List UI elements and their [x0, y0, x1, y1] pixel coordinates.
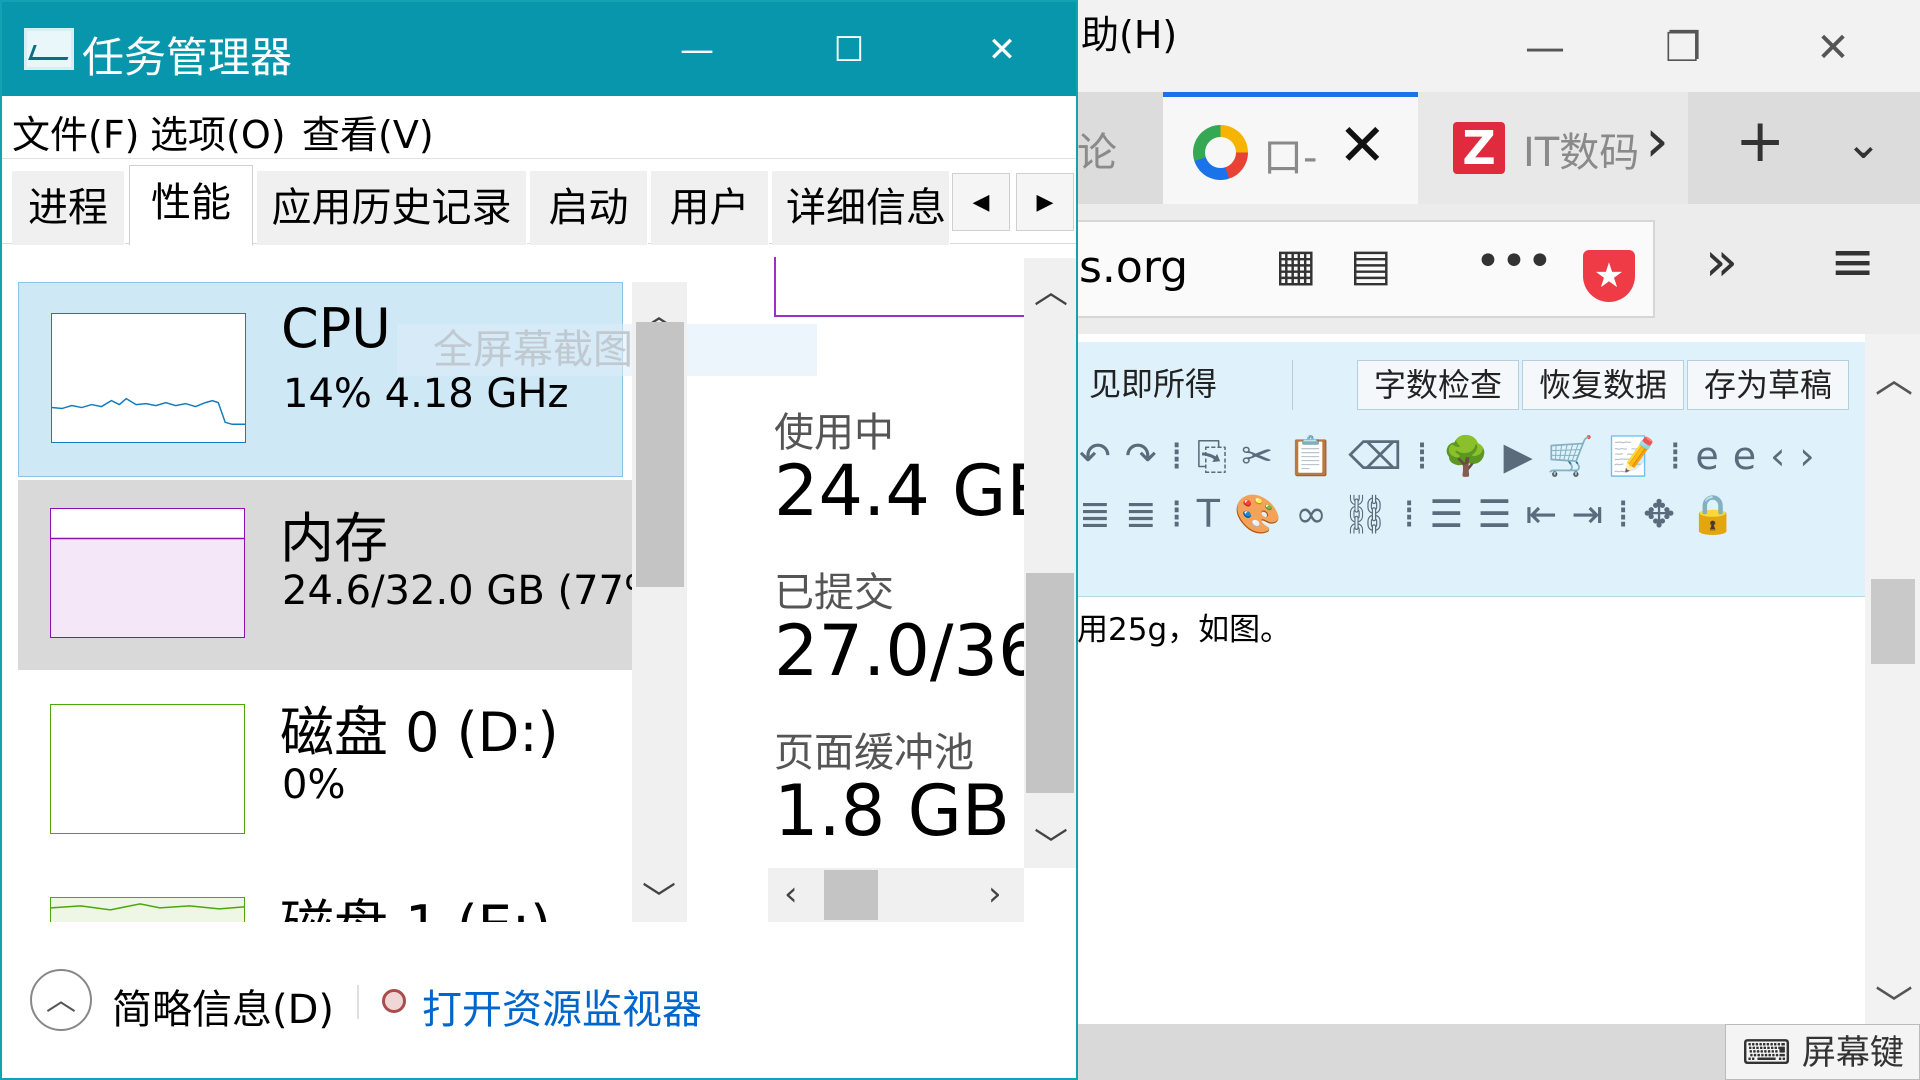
- tab-bar: 进程 性能 应用历史记录 启动 用户 详细信息 ◀ ▶: [2, 158, 1076, 246]
- overflow-menu-icon[interactable]: »: [1705, 230, 1738, 293]
- memory-composition-graph: [774, 257, 1024, 317]
- scroll-tabs-right-icon[interactable]: ›: [1645, 106, 1669, 176]
- in-use-value: 24.4 GB: [774, 450, 1055, 532]
- scroll-left-icon[interactable]: ‹: [784, 874, 798, 914]
- scroll-down-icon[interactable]: ﹀: [1875, 974, 1913, 1029]
- tab-processes[interactable]: 进程: [12, 171, 125, 245]
- menu-file[interactable]: 文件(F): [12, 104, 140, 159]
- open-resource-monitor-link[interactable]: 打开资源监视器: [422, 977, 702, 1035]
- reader-view-icon[interactable]: ▤: [1350, 240, 1392, 291]
- editor-toolbar: 见即所得 字数检查 恢复数据 存为草稿 ↶↷⁞⎘✂📋⌫⁞🌳▶🛒📝⁞ee‹› ≣≣…: [1073, 342, 1865, 597]
- browser-tabstrip: 论 口- ✕ Z IT数码 › + ⌄: [1075, 92, 1920, 204]
- tab-scroll-right-icon[interactable]: ▶: [1016, 173, 1074, 231]
- tab-list-icon[interactable]: ⌄: [1845, 118, 1882, 169]
- menu-options[interactable]: 选项(O): [150, 104, 286, 159]
- close-tab-icon[interactable]: ✕: [1338, 111, 1387, 179]
- details-vertical-scrollbar[interactable]: ︿ ﹀: [1024, 258, 1076, 868]
- editor-area: 见即所得 字数检查 恢复数据 存为草稿 ↶↷⁞⎘✂📋⌫⁞🌳▶🛒📝⁞ee‹› ≣≣…: [1073, 334, 1920, 1080]
- word-count-button[interactable]: 字数检查: [1357, 360, 1520, 410]
- scroll-down-icon[interactable]: ﹀: [642, 872, 676, 921]
- memory-graph: [50, 508, 245, 638]
- editor-content[interactable]: 用25g，如图。: [1077, 604, 1291, 649]
- menu-view[interactable]: 查看(V): [302, 104, 434, 159]
- wysiwyg-button[interactable]: 见即所得: [1073, 360, 1293, 410]
- browser-navbar: s.org ▦ ▤ ••• ★ » ≡: [1075, 204, 1920, 334]
- tab-scroll-left-icon[interactable]: ◀: [952, 173, 1010, 231]
- scroll-thumb[interactable]: [824, 870, 878, 920]
- close-icon[interactable]: ✕: [967, 20, 1037, 80]
- scroll-down-icon[interactable]: ﹀: [1034, 818, 1068, 867]
- browser-window: 助(H) — ❐ ✕ 论 口- ✕ Z IT数码 › + ⌄ s.org ▦ ▤…: [1073, 0, 1920, 1080]
- site-favicon-icon: [1193, 125, 1248, 180]
- pocket-icon[interactable]: ★: [1583, 250, 1635, 302]
- footer: ︿ 简略信息(D) 打开资源监视器: [2, 957, 1076, 1052]
- tab-startup[interactable]: 启动: [530, 171, 648, 245]
- perf-item-disk-1[interactable]: 磁盘 1 (E:): [18, 867, 633, 922]
- browser-tab-active[interactable]: 口- ✕: [1163, 92, 1418, 204]
- resource-name: 磁盘 1 (E:): [280, 881, 551, 922]
- perf-item-cpu[interactable]: CPU 14% 4.18 GHz: [18, 282, 623, 477]
- format-icons-row-2[interactable]: ≣≣⁞T🎨∞⛓⁞☰☰⇤⇥⁞✥🔒: [1079, 492, 1750, 537]
- browser-titlebar: 助(H) — ❐ ✕: [1075, 0, 1920, 95]
- committed-value: 27.0/36.: [774, 610, 1024, 692]
- task-manager-titlebar[interactable]: 任务管理器 — ☐ ✕: [2, 2, 1076, 96]
- task-manager-icon: [24, 28, 74, 70]
- tab-performance[interactable]: 性能: [129, 165, 253, 246]
- menu-bar: 文件(F) 选项(O) 查看(V): [2, 96, 1076, 159]
- footer-separator: [357, 985, 359, 1019]
- resource-list-scrollbar[interactable]: ︿ ﹀: [632, 282, 687, 922]
- resource-name: CPU: [281, 297, 391, 360]
- url-bar[interactable]: s.org ▦ ▤ ••• ★: [1075, 220, 1655, 318]
- screenshot-hint: 全屏幕截图(S): [397, 324, 817, 376]
- scroll-up-icon[interactable]: ︿: [1875, 348, 1913, 403]
- minimize-icon[interactable]: —: [1515, 18, 1575, 78]
- scroll-thumb[interactable]: [1871, 579, 1915, 664]
- help-menu[interactable]: 助(H): [1081, 4, 1177, 59]
- tab-users[interactable]: 用户: [651, 171, 769, 245]
- qr-code-icon[interactable]: ▦: [1275, 240, 1317, 291]
- close-icon[interactable]: ✕: [1803, 18, 1863, 78]
- scroll-right-icon[interactable]: ›: [988, 874, 1002, 914]
- resource-name: 磁盘 0 (D:): [280, 701, 559, 764]
- tab-app-history[interactable]: 应用历史记录: [257, 171, 527, 245]
- editor-scrollbar[interactable]: ︿ ﹀: [1865, 334, 1920, 1034]
- window-title: 任务管理器: [82, 33, 293, 82]
- disk-1-graph: [50, 897, 245, 922]
- task-manager-window: 任务管理器 — ☐ ✕ 文件(F) 选项(O) 查看(V) 进程 性能 应用历史…: [0, 0, 1078, 1080]
- screen-keyboard-button[interactable]: ⌨ 屏幕键: [1725, 1024, 1920, 1080]
- scroll-up-icon[interactable]: ︿: [1034, 264, 1068, 313]
- browser-tab-previous[interactable]: 论: [1075, 92, 1155, 204]
- restore-data-button[interactable]: 恢复数据: [1522, 360, 1685, 410]
- scroll-thumb[interactable]: [1026, 573, 1074, 793]
- collapse-icon[interactable]: ︿: [30, 969, 92, 1031]
- resource-summary: 14% 4.18 GHz: [283, 371, 569, 417]
- resource-summary: 0%: [282, 762, 346, 808]
- maximize-icon[interactable]: ☐: [814, 20, 884, 80]
- restore-icon[interactable]: ❐: [1653, 18, 1713, 78]
- tab-label: 论: [1077, 130, 1117, 176]
- page-actions-icon[interactable]: •••: [1475, 236, 1553, 287]
- perf-item-memory[interactable]: 内存 24.6/32.0 GB (77%): [18, 480, 633, 670]
- tab-label: 口-: [1263, 135, 1318, 181]
- save-draft-button[interactable]: 存为草稿: [1687, 360, 1850, 410]
- fewer-details-button[interactable]: 简略信息(D): [112, 977, 334, 1035]
- paged-pool-value: 1.8 GB: [774, 770, 1010, 852]
- resource-name: 内存: [280, 507, 388, 570]
- disk-0-graph: [50, 704, 245, 834]
- zealer-favicon-icon: Z: [1453, 122, 1505, 174]
- perf-item-disk-0[interactable]: 磁盘 0 (D:) 0%: [18, 674, 633, 869]
- format-icons-row-1[interactable]: ↶↷⁞⎘✂📋⌫⁞🌳▶🛒📝⁞ee‹›: [1079, 434, 1829, 479]
- cpu-graph: [51, 313, 246, 443]
- details-horizontal-scrollbar[interactable]: ‹ ›: [768, 868, 1024, 922]
- screen-keyboard-label: 屏幕键: [1801, 1033, 1904, 1073]
- resource-monitor-icon: [382, 989, 406, 1013]
- hamburger-menu-icon[interactable]: ≡: [1830, 230, 1875, 293]
- tab-details[interactable]: 详细信息: [772, 171, 950, 245]
- url-text: s.org: [1079, 242, 1189, 293]
- new-tab-icon[interactable]: +: [1735, 106, 1785, 176]
- minimize-icon[interactable]: —: [662, 20, 732, 80]
- scroll-thumb[interactable]: [636, 322, 684, 587]
- resource-summary: 24.6/32.0 GB (77%): [282, 568, 633, 614]
